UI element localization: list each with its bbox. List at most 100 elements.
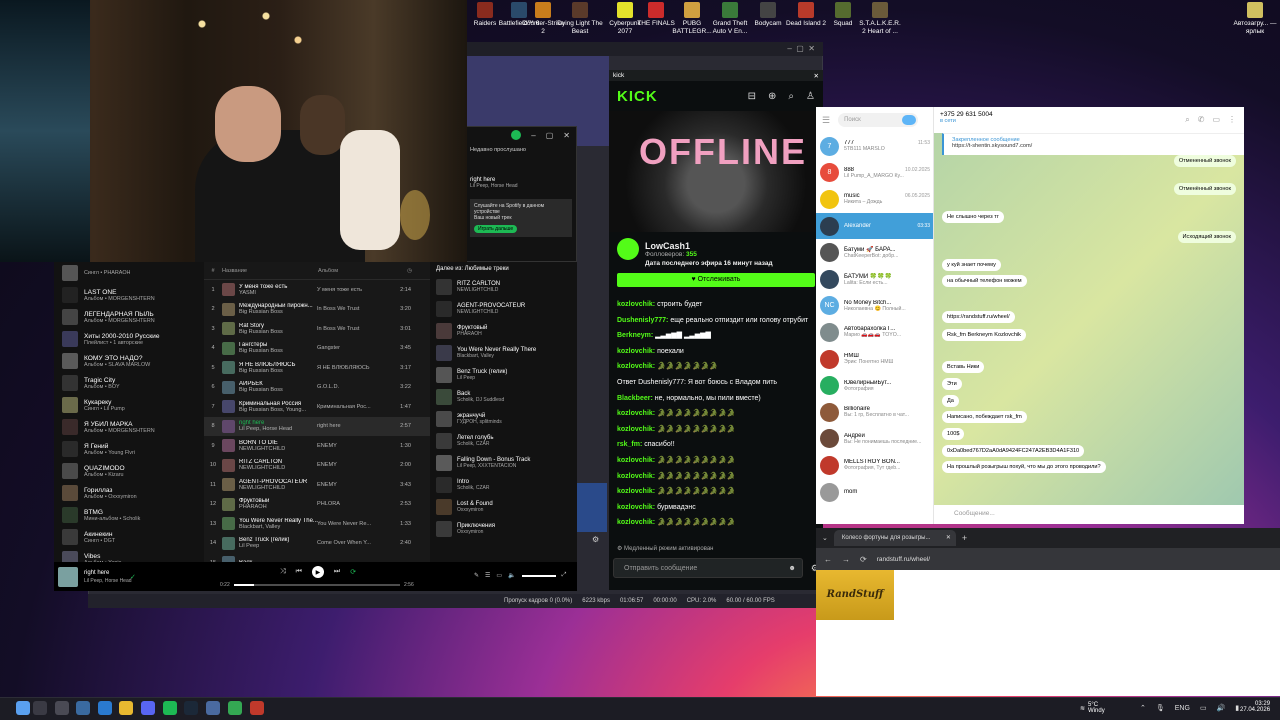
message-bubble[interactable]: Да <box>942 395 959 407</box>
weather-widget[interactable]: ≋ 5°C Windy <box>1080 702 1105 714</box>
liked-check-icon[interactable]: ✓ <box>130 573 136 581</box>
track-row[interactable]: 1У меня тоже есть YASMI У меня тоже есть 2:… <box>204 280 430 300</box>
now-playing-title[interactable]: right here <box>84 570 109 576</box>
previous-icon[interactable]: ⏮ <box>296 568 302 576</box>
pinned-message[interactable]: Закрепленное сообщение https://t-shentin… <box>942 133 1244 155</box>
queue-item[interactable]: экранчучй ГУДРОН, splitminds <box>432 408 577 430</box>
discord-icon[interactable] <box>141 701 155 715</box>
network-icon[interactable]: ▭ <box>1200 704 1207 712</box>
library-item[interactable]: VibesАльбом • Yanix <box>56 548 202 562</box>
mic-icon[interactable]: ✎ <box>474 572 479 579</box>
library-item[interactable]: Tragic City Альбом • BOY <box>56 372 202 394</box>
volume-slider[interactable] <box>521 574 556 577</box>
library-item[interactable]: Я Гений Альбом • Young Flvri <box>56 438 202 460</box>
track-row[interactable]: 6 АЙРБЕК Big Russian Boss G.O.L.D. 3:22 <box>204 378 430 398</box>
queue-item[interactable]: You Were Never Really There Blackbart, Va… <box>432 342 577 364</box>
spotify-icon[interactable] <box>163 701 177 715</box>
new-tab-icon[interactable]: + <box>962 533 967 543</box>
chat-list-item[interactable]: NC No Money Bitch... Николаевна 😊 Полный..… <box>816 293 933 320</box>
emoji-icon[interactable]: ☻ <box>789 559 796 579</box>
track-row[interactable]: 10 RITZ CARLTON NEWLIGHTCHILD ENEMY 2:00 <box>204 456 430 476</box>
more-icon[interactable]: ⋮ <box>1228 115 1236 125</box>
chat-list-item[interactable]: БАТУМИ 🍀🍀🍀 Lalita: Если есть... <box>816 266 933 293</box>
explorer-icon[interactable] <box>98 701 112 715</box>
message-bubble[interactable]: На прошлый розыгрыш похуй, что мы до это… <box>942 461 1106 473</box>
chat-username[interactable]: Blackbeer: <box>617 395 653 402</box>
search-taskbar-icon[interactable] <box>33 701 47 715</box>
user-icon[interactable]: ♙ <box>806 91 815 102</box>
fullscreen-icon[interactable]: ⤢ <box>562 572 567 579</box>
track-row[interactable]: 8 right here Lil Peep, Horse Head right her… <box>204 416 430 436</box>
chat-username[interactable]: kozlovchik: <box>617 504 655 511</box>
chat-username[interactable]: kozlovchik: <box>617 410 655 417</box>
chat-username[interactable]: rsk_fm: <box>617 441 642 448</box>
reload-icon[interactable]: ⟳ <box>860 555 867 564</box>
browser-tab[interactable]: Колесо фортуны для розыгры... ✕ <box>833 530 956 546</box>
chat-username[interactable]: kozlovchik: <box>617 348 655 355</box>
chat-list-item[interactable]: НМШ Эрик: Понятно НМШ <box>816 346 933 373</box>
back-icon[interactable]: ← <box>824 555 832 564</box>
library-item[interactable]: Акинекин Сингл • DGT <box>56 526 202 548</box>
channel-avatar[interactable] <box>617 238 639 260</box>
device-icon[interactable]: ▭ <box>496 572 502 579</box>
browse-icon[interactable]: ⊟ <box>748 91 756 102</box>
message-bubble[interactable]: у куй знает почему <box>942 259 1001 271</box>
search-chat-icon[interactable]: ⌕ <box>1185 115 1189 125</box>
queue-item[interactable]: Falling Down - Bonus Track Lil Peep, XXXT… <box>432 452 577 474</box>
track-row[interactable]: 3 Rat Story Big Russian Boss In Boss We Tru… <box>204 319 430 339</box>
queue-icon[interactable]: ☰ <box>485 572 490 579</box>
queue-item[interactable]: RITZ CARLTON NEWLIGHTCHILD <box>432 276 577 298</box>
sidebar-icon[interactable]: ▭ <box>1212 115 1220 125</box>
queue-item[interactable]: Lost & Found Oxxxymiron <box>432 496 577 518</box>
message-bubble[interactable]: Rsk_fm Berkneym Kozlovchik <box>942 329 1026 341</box>
queue-item[interactable]: AGENT-PROVOCATEUR NEWLIGHTCHILD <box>432 298 577 320</box>
mic-tray-icon[interactable]: 🎙 <box>1156 704 1165 712</box>
library-item[interactable]: LAST ONE Альбом • MORGENSHTERN <box>56 284 202 306</box>
chat-username[interactable]: kozlovchik: <box>617 488 655 495</box>
settings-taskbar-icon[interactable] <box>76 701 90 715</box>
globe-icon[interactable]: ⊕ <box>768 91 776 102</box>
message-input[interactable]: Сообщение... <box>934 505 1244 524</box>
repeat-icon[interactable]: ⟳ <box>350 568 356 576</box>
close-tab-icon[interactable]: ✕ <box>946 530 951 546</box>
volume-tray-icon[interactable]: 🔊 <box>1217 704 1226 712</box>
queue-item[interactable]: Intro Scholik, CZAR <box>432 474 577 496</box>
language-indicator[interactable]: ENG <box>1175 705 1190 712</box>
message-bubble[interactable]: Отменённый звонок <box>1173 183 1236 195</box>
queue-item[interactable]: Летел голубь Scholik, CZAR <box>432 430 577 452</box>
randstuff-logo[interactable]: RandStuff <box>816 570 894 620</box>
message-bubble[interactable]: Исходящий звонок <box>1177 231 1236 243</box>
tray-chevron-icon[interactable]: ⌃ <box>1140 704 1146 712</box>
chat-list-item[interactable]: music Никита – Дождь 06.05.2025 <box>816 186 933 213</box>
library-item[interactable]: Я УБИЛ МАРКА Альбом • MORGENSHTERN <box>56 416 202 438</box>
folder-icon[interactable] <box>119 701 133 715</box>
battery-icon[interactable]: ▮ <box>1235 704 1239 712</box>
steam-icon[interactable] <box>184 701 198 715</box>
chat-list-item[interactable]: Батуми 🚀 БАРА... ChatKeeperBot: добр... <box>816 239 933 266</box>
track-row[interactable]: 4 Гангстеры Big Russian Boss Gangster 3:45 <box>204 339 430 359</box>
message-bubble[interactable]: https://randstuff.ru/wheel/ <box>942 311 1015 323</box>
track-row[interactable]: 9 BORN TO DIE NEWLIGHTCHILD ENEMY 1:30 <box>204 436 430 456</box>
track-row[interactable]: 5Я НЕ ВЛЮБЛЯЮСЬ Big Russian Boss Я НЕ ВЛЮБ… <box>204 358 430 378</box>
search-icon[interactable]: ⌕ <box>788 91 794 102</box>
clock[interactable]: 03:29 27.04.2026 <box>1240 701 1270 713</box>
forward-icon[interactable]: → <box>842 555 850 564</box>
message-bubble[interactable]: Написано, побеждает rsk_fm <box>942 411 1027 423</box>
track-row[interactable]: 12 Фруктовый PHARAOH PHLORA 2:53 <box>204 495 430 515</box>
tab-list-icon[interactable]: ⌄ <box>822 534 828 542</box>
channel-name[interactable]: LowCash1 <box>645 241 697 251</box>
now-playing-artist[interactable]: Lil Peep, Horse Head <box>84 578 132 584</box>
chat-list-item[interactable]: ЮвелирныйБут... Фотография <box>816 372 933 399</box>
library-item[interactable]: Гориллаз Альбом • Oxxxymiron <box>56 482 202 504</box>
chrome-icon[interactable] <box>228 701 242 715</box>
message-bubble[interactable]: Отмененный звонок <box>1173 155 1236 167</box>
menu-icon[interactable]: ☰ <box>822 115 830 126</box>
obs-taskbar-icon[interactable] <box>206 701 220 715</box>
play-next-button[interactable]: Играть дальше <box>474 225 518 233</box>
message-bubble[interactable]: Эти <box>942 378 962 390</box>
chat-list-item[interactable]: 7 777 5TB111 MARSLO 11:53 <box>816 133 933 160</box>
chat-username[interactable]: kozlovchik: <box>617 473 655 480</box>
chat-list-item[interactable]: Billionaire Вы: 1 гр, Бесплатно в чат... <box>816 399 933 426</box>
app-icon[interactable] <box>250 701 264 715</box>
track-row[interactable]: 11 AGENT-PROVOCATEUR NEWLIGHTCHILD ENEMY 3:4… <box>204 475 430 495</box>
